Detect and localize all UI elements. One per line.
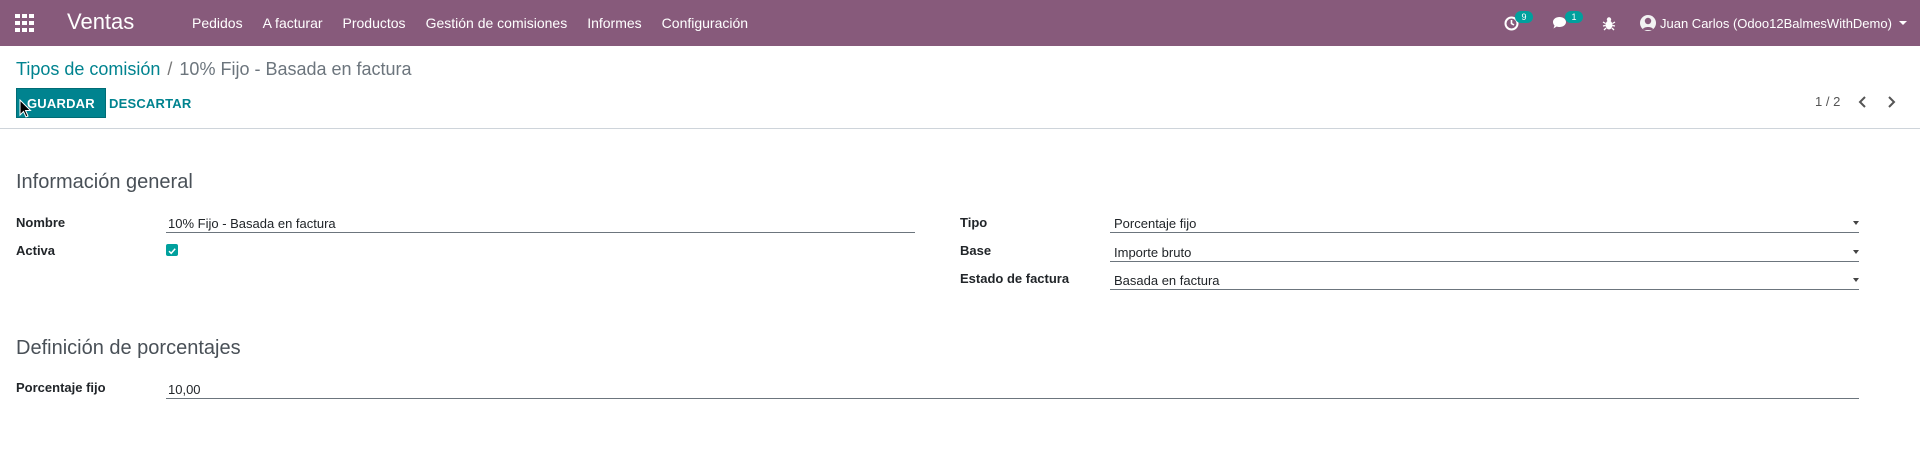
apps-icon[interactable] (15, 14, 35, 32)
avatar (1640, 15, 1656, 31)
type-select[interactable]: Porcentaje fijo (1110, 212, 1859, 233)
menu-item-productos[interactable]: Productos (343, 14, 406, 32)
invoice-state-select[interactable]: Basada en factura (1110, 269, 1859, 290)
pager-previous-button[interactable] (1855, 93, 1871, 111)
app-brand[interactable]: Ventas (67, 9, 134, 35)
active-checkbox[interactable] (166, 244, 178, 256)
debug-menu[interactable] (1602, 13, 1616, 33)
breadcrumb-separator: / (167, 59, 173, 79)
invoice-state-value: Basada en factura (1114, 273, 1220, 288)
type-label: Tipo (960, 215, 988, 230)
type-value: Porcentaje fijo (1114, 216, 1197, 231)
breadcrumb-parent[interactable]: Tipos de comisión (16, 59, 160, 79)
invoice-state-label: Estado de factura (960, 271, 1070, 286)
menu-item-a-facturar[interactable]: A facturar (263, 14, 323, 32)
active-label: Activa (16, 243, 56, 258)
breadcrumb-current: 10% Fijo - Basada en factura (179, 59, 412, 79)
base-value: Importe bruto (1114, 245, 1192, 260)
chevron-down-icon (1898, 21, 1907, 25)
chevron-right-icon (1888, 96, 1896, 108)
main-menu: Pedidos A facturar Productos Gestión de … (192, 14, 768, 32)
pager-value[interactable]: 1 / 2 (1815, 94, 1840, 109)
chevron-left-icon (1858, 96, 1866, 108)
name-value: 10% Fijo - Basada en factura (168, 216, 336, 231)
fixed-percentage-label: Porcentaje fijo (16, 380, 106, 395)
fixed-percentage-field[interactable]: 10,00 (166, 378, 1859, 399)
menu-item-gestion-comisiones[interactable]: Gestión de comisiones (426, 14, 568, 32)
caret-down-icon (1853, 221, 1859, 225)
menu-item-informes[interactable]: Informes (587, 14, 641, 32)
caret-down-icon (1853, 278, 1859, 282)
base-label: Base (960, 243, 992, 258)
user-menu[interactable]: Juan Carlos (Odoo12BalmesWithDemo) (1640, 13, 1907, 33)
section-title-general: Información general (16, 171, 193, 193)
section-title-percentages: Definición de porcentajes (16, 337, 241, 359)
base-select[interactable]: Importe bruto (1110, 241, 1859, 262)
user-name: Juan Carlos (Odoo12BalmesWithDemo) (1660, 15, 1892, 31)
breadcrumb: Tipos de comisión / 10% Fijo - Basada en f… (16, 58, 412, 80)
messages-badge: 1 (1565, 11, 1583, 23)
pager-next-button[interactable] (1883, 93, 1899, 111)
activity-badge: 9 (1515, 11, 1533, 23)
caret-down-icon (1853, 250, 1859, 254)
name-field[interactable]: 10% Fijo - Basada en factura (166, 212, 915, 233)
discard-button[interactable]: DESCARTAR (99, 88, 201, 118)
bug-icon (1602, 17, 1616, 31)
mouse-cursor-icon (19, 99, 32, 118)
messages-menu[interactable]: 1 (1552, 11, 1583, 33)
control-panel-divider (0, 128, 1920, 129)
menu-item-pedidos[interactable]: Pedidos (192, 14, 243, 32)
fixed-percentage-value: 10,00 (168, 382, 201, 397)
checkmark-icon (168, 248, 176, 255)
activity-menu[interactable]: 9 (1504, 11, 1533, 33)
name-label: Nombre (16, 215, 66, 230)
top-navbar: Ventas Pedidos A facturar Productos Gest… (0, 0, 1920, 46)
menu-item-configuracion[interactable]: Configuración (662, 14, 748, 32)
